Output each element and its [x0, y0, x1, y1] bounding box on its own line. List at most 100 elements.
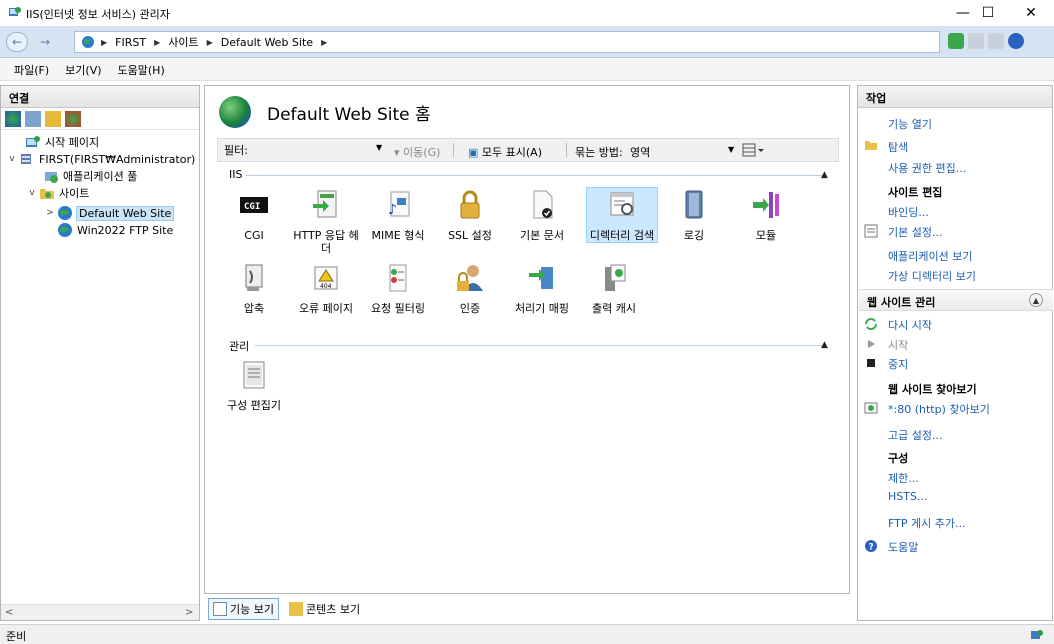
feature-cgi[interactable]: CGI CGI: [219, 188, 289, 242]
view-virtual-directories-link[interactable]: 가상 디렉터리 보기: [888, 268, 976, 284]
group-label-management: 관리: [229, 338, 254, 354]
home-icon[interactable]: [988, 33, 1004, 49]
add-ftp-publishing-link[interactable]: FTP 게시 추가...: [888, 515, 965, 531]
go-button[interactable]: ▾ 이동(G): [394, 144, 440, 160]
tree-ftp-site[interactable]: Win2022 FTP Site: [57, 221, 173, 239]
feature-modules[interactable]: 모듈: [731, 188, 801, 242]
collapse-icon[interactable]: v: [27, 188, 37, 198]
stop-icon[interactable]: [968, 33, 984, 49]
feature-output-caching[interactable]: 출력 캐시: [579, 261, 649, 315]
svg-text:CGI: CGI: [244, 202, 260, 212]
group-label-iis: IIS: [229, 168, 247, 181]
browse-http-80-link[interactable]: *:80 (http) 찾아보기: [888, 401, 990, 417]
breadcrumb-arrow-icon: ▶: [206, 37, 213, 47]
back-button[interactable]: ←: [6, 32, 28, 52]
menu-view[interactable]: 보기(V): [65, 62, 101, 78]
collapse-icon[interactable]: v: [7, 154, 17, 164]
help-link[interactable]: 도움말: [888, 539, 918, 555]
feature-request-filtering[interactable]: 요청 필터링: [363, 261, 433, 315]
browse-icon: [864, 402, 878, 414]
filter-dropdown-icon[interactable]: ▼: [376, 143, 382, 152]
handler-mappings-icon: [529, 267, 553, 289]
refresh-icon[interactable]: [948, 33, 964, 49]
manage-website-section[interactable]: 웹 사이트 관리 ▲: [859, 289, 1053, 311]
feature-handler-mappings[interactable]: 처리기 매핑: [507, 261, 577, 315]
connections-toolbar: [1, 108, 199, 130]
view-mode-icon[interactable]: [742, 143, 764, 157]
feature-logging[interactable]: 로깅: [659, 188, 729, 242]
modules-icon: [753, 192, 779, 218]
start-page-icon: [26, 136, 40, 147]
tree-default-web-site[interactable]: > Default Web Site: [45, 204, 175, 222]
lock-icon: [460, 190, 480, 219]
explore-link[interactable]: 탐색: [888, 139, 908, 155]
horizontal-scrollbar[interactable]: < >: [1, 604, 199, 620]
feature-mime-types[interactable]: ♪ MIME 형식: [363, 188, 433, 242]
scroll-right-icon[interactable]: >: [185, 607, 193, 618]
scroll-left-icon[interactable]: <: [5, 607, 13, 618]
view-applications-link[interactable]: 애플리케이션 보기: [888, 248, 972, 264]
stop-link[interactable]: 중지: [888, 356, 908, 372]
menu-help[interactable]: 도움말(H): [118, 62, 165, 78]
filter-bar: 필터: ▼ ▾ 이동(G) ▣ 모두 표시(A) 묶는 방법: 영역 ▼: [217, 138, 839, 162]
sites-folder-icon: [40, 189, 54, 199]
help-icon[interactable]: [1008, 33, 1024, 49]
maximize-button[interactable]: ☐: [965, 0, 1011, 26]
show-all-button[interactable]: ▣ 모두 표시(A): [468, 144, 542, 160]
delete-connection-icon[interactable]: [65, 110, 81, 127]
start-link[interactable]: 시작: [888, 337, 908, 353]
hsts-link[interactable]: HSTS...: [888, 490, 927, 503]
tree-sites[interactable]: v 사이트: [27, 184, 89, 202]
filter-input[interactable]: [258, 142, 370, 158]
tab-content-view[interactable]: 콘텐츠 보기: [285, 599, 364, 619]
edit-permissions-link[interactable]: 사용 권한 편집...: [888, 160, 966, 176]
edit-site-heading: 사이트 편집: [888, 186, 943, 199]
feature-default-document[interactable]: 기본 문서: [507, 188, 577, 242]
separator: [453, 143, 454, 157]
tree-app-pools[interactable]: 애플리케이션 풀: [43, 167, 137, 185]
breadcrumb-arrow-icon: ▶: [154, 37, 161, 47]
website-globe-icon: [58, 223, 72, 237]
http-headers-icon: [313, 190, 337, 218]
tab-features-view[interactable]: 기능 보기: [208, 598, 279, 620]
advanced-settings-link[interactable]: 고급 설정...: [888, 427, 942, 443]
tree-server[interactable]: v FIRST(FIRST₩Administrator): [7, 150, 195, 168]
expand-icon[interactable]: >: [45, 208, 55, 218]
tree-start-page[interactable]: 시작 페이지: [25, 133, 99, 151]
collapse-group-icon[interactable]: ▲: [821, 340, 828, 350]
address-field[interactable]: ▶ FIRST ▶ 사이트 ▶ Default Web Site ▶: [74, 31, 940, 53]
open-feature-link[interactable]: 기능 열기: [888, 116, 932, 132]
limits-link[interactable]: 제한...: [888, 470, 919, 486]
breadcrumb-arrow-icon: ▶: [101, 37, 108, 47]
browse-website-heading: 웹 사이트 찾아보기: [888, 383, 977, 396]
feature-compression[interactable]: 압축: [219, 261, 289, 315]
start-icon: [868, 340, 875, 348]
up-folder-icon[interactable]: [45, 110, 61, 127]
feature-directory-browsing[interactable]: 디렉터리 검색: [586, 187, 658, 243]
connect-icon[interactable]: [5, 110, 21, 127]
feature-error-pages[interactable]: 404 오류 페이지: [291, 261, 361, 315]
bindings-link[interactable]: 바인딩...: [888, 204, 929, 220]
feature-ssl-settings[interactable]: SSL 설정: [435, 188, 505, 242]
breadcrumb-site[interactable]: Default Web Site: [221, 36, 313, 49]
svg-text:404: 404: [320, 283, 332, 290]
close-button[interactable]: ✕: [1008, 0, 1054, 26]
default-document-icon: [533, 190, 553, 219]
feature-authentication[interactable]: 인증: [435, 261, 505, 315]
globe-icon: [82, 36, 94, 48]
collapse-section-icon[interactable]: ▲: [1029, 293, 1043, 307]
feature-configuration-editor[interactable]: 구성 편집기: [219, 358, 289, 412]
save-icon[interactable]: [25, 110, 41, 127]
forward-button[interactable]: →: [34, 32, 56, 52]
menu-file[interactable]: 파일(F): [14, 62, 49, 78]
basic-settings-link[interactable]: 기본 설정...: [888, 224, 942, 240]
page-title: Default Web Site 홈: [267, 104, 431, 125]
group-by-dropdown-icon[interactable]: ▼: [728, 145, 734, 154]
collapse-group-icon[interactable]: ▲: [821, 170, 828, 180]
feature-http-response-headers[interactable]: HTTP 응답 헤더: [291, 188, 361, 255]
restart-link[interactable]: 다시 시작: [888, 317, 932, 333]
breadcrumb-server[interactable]: FIRST: [115, 36, 146, 49]
breadcrumb-sites[interactable]: 사이트: [168, 34, 198, 50]
features-pane: Default Web Site 홈 필터: ▼ ▾ 이동(G) ▣ 모두 표시…: [204, 85, 850, 594]
group-by-select[interactable]: 영역: [630, 144, 650, 160]
